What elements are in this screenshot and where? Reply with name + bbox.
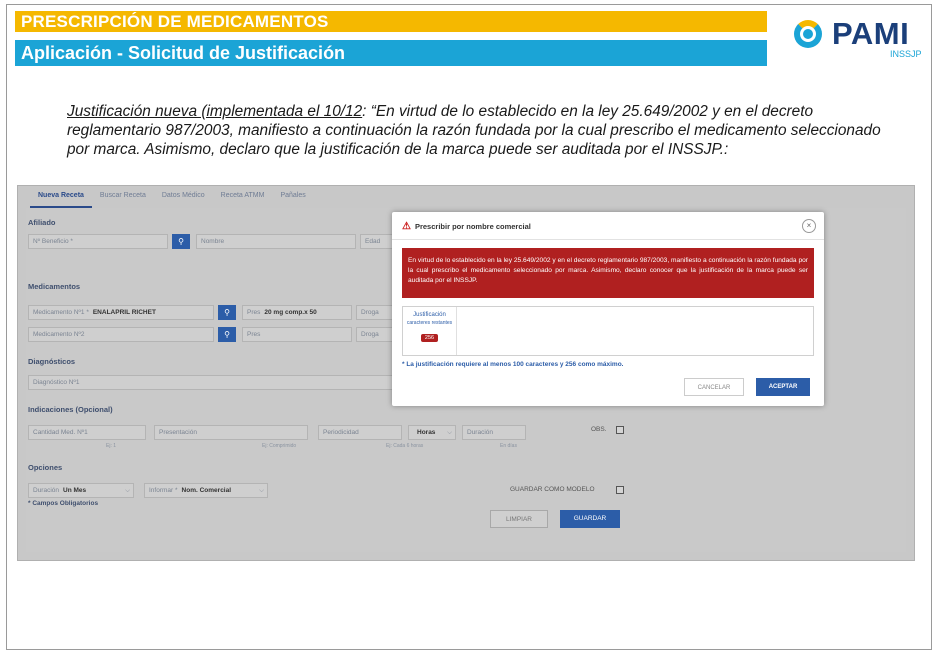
medicamento-2-field[interactable]: Medicamento Nº2 <box>28 327 214 342</box>
obs-checkbox[interactable] <box>616 426 624 434</box>
medicamento-2-search-button[interactable]: ⚲ <box>218 327 236 342</box>
pami-logo-subtext: INSSJP <box>890 49 922 59</box>
page-subtitle: Aplicación - Solicitud de Justificación <box>15 40 767 66</box>
justificacion-textarea[interactable]: Justificación caracteres restantes 256 <box>402 306 814 356</box>
presentacion-2-field[interactable]: Pres <box>242 327 352 342</box>
duracion-hint: En días <box>500 443 517 449</box>
length-note: * La justificación requiere al menos 100… <box>402 361 624 368</box>
presentacion-field[interactable]: Presentación <box>154 425 308 440</box>
remaining-label: caracteres restantes <box>406 320 453 326</box>
pami-logo-icon <box>794 20 822 48</box>
search-icon: ⚲ <box>224 330 230 339</box>
remaining-count-badge: 256 <box>420 334 439 342</box>
obs-label: OBS. <box>591 426 607 433</box>
presentacion-1-field[interactable]: Pres 20 mg comp.x 50 <box>242 305 352 320</box>
pami-logo: PAMI INSSJP <box>790 16 922 60</box>
prescribir-modal: ⚠ Prescribir por nombre comercial × En vi… <box>392 212 824 406</box>
chevron-down-icon: ⌵ <box>125 487 130 494</box>
periodicidad-hint: Ej: Cada 6 horas <box>386 443 424 449</box>
cancel-button[interactable]: CANCELAR <box>684 378 744 396</box>
section-indicaciones: Indicaciones (Opcional) <box>28 405 113 414</box>
diagnostico-1-field[interactable]: Diagnóstico Nº1 <box>28 375 400 390</box>
limpiar-button[interactable]: LIMPIAR <box>490 510 548 528</box>
section-afiliado: Afiliado <box>28 218 56 227</box>
beneficio-field[interactable]: Nº Beneficio * <box>28 234 168 249</box>
chevron-down-icon: ⌵ <box>447 429 452 436</box>
warning-icon: ⚠ <box>402 221 411 232</box>
medicamento-1-field[interactable]: Medicamento Nº1 * ENALAPRIL RICHET <box>28 305 214 320</box>
section-diagnosticos: Diagnósticos <box>28 357 76 366</box>
textarea-label: Justificación <box>413 312 446 318</box>
cantidad-field[interactable]: Cantidad Med. Nº1 <box>28 425 146 440</box>
cantidad-hint: Ej: 1 <box>106 443 117 449</box>
presentacion-hint: Ej: Comprimido <box>262 443 297 449</box>
chevron-down-icon: ⌵ <box>259 487 264 494</box>
search-icon: ⚲ <box>178 237 184 246</box>
tab-datos-medico[interactable]: Datos Médico <box>154 188 213 208</box>
periodicidad-field[interactable]: Periodicidad <box>318 425 402 440</box>
tab-receta-atmm[interactable]: Receta ATMM <box>213 188 273 208</box>
pami-logo-text: PAMI <box>832 16 910 51</box>
medicamento-1-search-button[interactable]: ⚲ <box>218 305 236 320</box>
informar-select[interactable]: Informar * Nom. Comercial ⌵ <box>144 483 268 498</box>
horas-select[interactable]: Horas ⌵ <box>408 425 456 440</box>
guardar-modelo-label: GUARDAR COMO MODELO <box>510 486 595 493</box>
legal-alert: En virtud de lo establecido en la ley 25… <box>402 248 814 298</box>
close-icon[interactable]: × <box>802 219 816 233</box>
justification-heading: Justificación nueva (implementada el 10/… <box>67 103 363 120</box>
duracion-select[interactable]: Duración Un Mes ⌵ <box>28 483 134 498</box>
modal-divider <box>392 239 824 240</box>
textarea-side-label: Justificación caracteres restantes 256 <box>403 307 457 355</box>
section-opciones: Opciones <box>28 463 63 472</box>
guardar-button[interactable]: GUARDAR <box>560 510 620 528</box>
search-icon: ⚲ <box>224 308 230 317</box>
guardar-modelo-checkbox[interactable] <box>616 486 624 494</box>
justification-description: Justificación nueva (implementada el 10/… <box>67 102 887 159</box>
duracion-field[interactable]: Duración <box>462 425 526 440</box>
section-medicamentos: Medicamentos <box>28 282 81 291</box>
required-note: * Campos Obligatorios <box>28 500 99 507</box>
modal-title: ⚠ Prescribir por nombre comercial <box>402 221 531 232</box>
page-title: PRESCRIPCIÓN DE MEDICAMENTOS <box>15 11 767 32</box>
tab-panales[interactable]: Pañales <box>272 188 313 208</box>
nombre-field[interactable]: Nombre <box>196 234 356 249</box>
tab-buscar-receta[interactable]: Buscar Receta <box>92 188 154 208</box>
tab-nueva-receta[interactable]: Nueva Receta <box>30 188 92 208</box>
accept-button[interactable]: ACEPTAR <box>756 378 810 396</box>
beneficio-search-button[interactable]: ⚲ <box>172 234 190 249</box>
app-tabs: Nueva Receta Buscar Receta Datos Médico … <box>30 188 314 208</box>
